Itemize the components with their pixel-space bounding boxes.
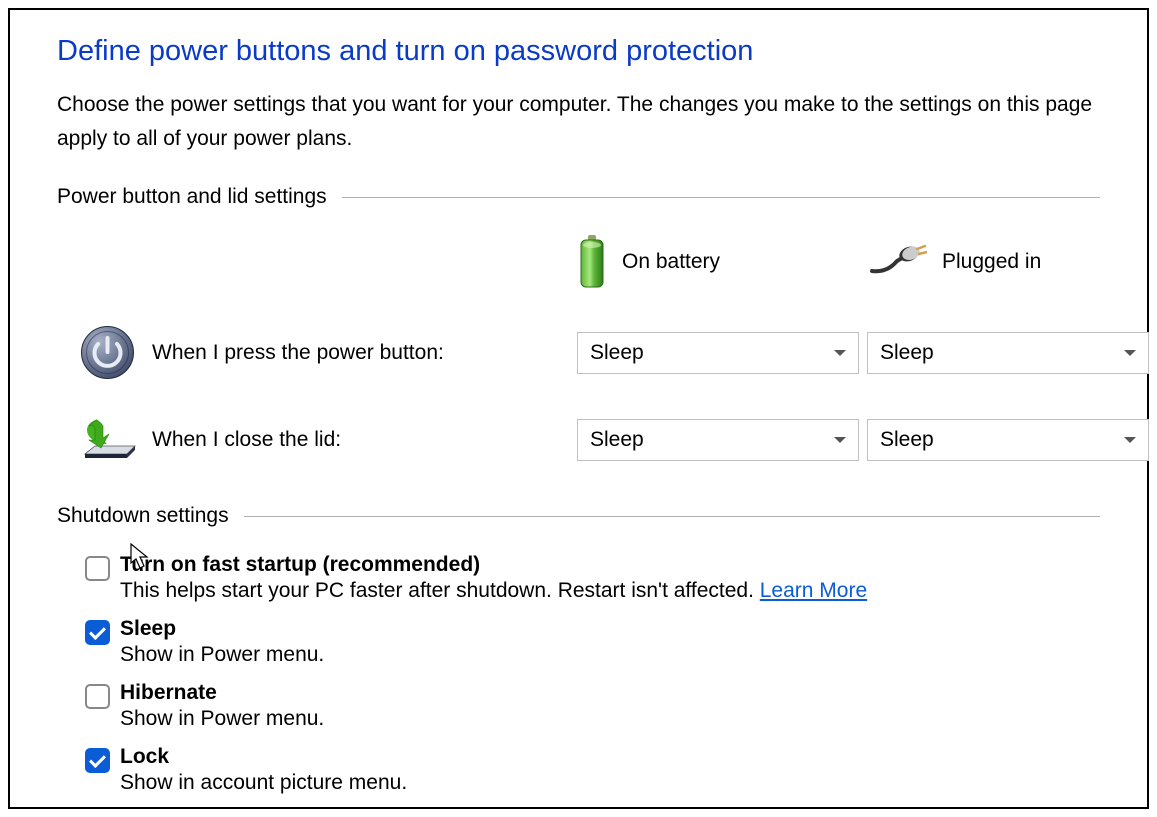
shutdown-label-hibernate: Hibernate <box>120 681 324 705</box>
shutdown-item-sleep: Sleep Show in Power menu. <box>85 617 1100 667</box>
power-options-panel: Define power buttons and turn on passwor… <box>8 8 1149 809</box>
battery-icon <box>577 234 607 289</box>
row-label-close-lid: When I close the lid: <box>152 428 341 452</box>
row-close-lid: When I close the lid: <box>77 416 577 464</box>
dropdown-power-button-plugged[interactable]: Sleep <box>867 332 1149 374</box>
dropdown-close-lid-battery[interactable]: Sleep <box>577 419 859 461</box>
chevron-down-icon <box>1124 437 1136 443</box>
section-header-power-button-lid: Power button and lid settings <box>57 185 1100 209</box>
shutdown-label-lock: Lock <box>120 745 407 769</box>
checkbox-lock[interactable] <box>85 748 110 773</box>
shutdown-item-hibernate: Hibernate Show in Power menu. <box>85 681 1100 731</box>
chevron-down-icon <box>834 350 846 356</box>
shutdown-settings-list: Turn on fast startup (recommended) This … <box>85 553 1100 795</box>
shutdown-desc-sleep: Show in Power menu. <box>120 643 324 667</box>
close-lid-icon <box>77 416 137 464</box>
dropdown-value: Sleep <box>590 341 644 365</box>
shutdown-desc-fast-startup: This helps start your PC faster after sh… <box>120 579 867 603</box>
section-header-shutdown: Shutdown settings <box>57 504 1100 528</box>
row-label-power-button: When I press the power button: <box>152 341 444 365</box>
dropdown-value: Sleep <box>880 428 934 452</box>
dropdown-value: Sleep <box>880 341 934 365</box>
page-title: Define power buttons and turn on passwor… <box>57 35 1100 68</box>
column-label-plugged: Plugged in <box>942 250 1041 274</box>
chevron-down-icon <box>834 437 846 443</box>
shutdown-desc-hibernate: Show in Power menu. <box>120 707 324 731</box>
page-description: Choose the power settings that you want … <box>57 88 1100 155</box>
row-power-button: When I press the power button: <box>77 325 577 380</box>
column-header-battery: On battery <box>577 234 867 289</box>
section-divider <box>244 516 1100 517</box>
shutdown-label-sleep: Sleep <box>120 617 324 641</box>
chevron-down-icon <box>1124 350 1136 356</box>
column-label-battery: On battery <box>622 250 720 274</box>
shutdown-item-fast-startup: Turn on fast startup (recommended) This … <box>85 553 1100 603</box>
checkbox-fast-startup[interactable] <box>85 556 110 581</box>
column-header-plugged: Plugged in <box>867 241 1157 283</box>
dropdown-close-lid-plugged[interactable]: Sleep <box>867 419 1149 461</box>
dropdown-value: Sleep <box>590 428 644 452</box>
shutdown-desc-lock: Show in account picture menu. <box>120 771 407 795</box>
shutdown-label-fast-startup: Turn on fast startup (recommended) <box>120 553 867 577</box>
checkbox-sleep[interactable] <box>85 620 110 645</box>
section-title-power-button-lid: Power button and lid settings <box>57 185 342 209</box>
shutdown-item-lock: Lock Show in account picture menu. <box>85 745 1100 795</box>
dropdown-power-button-battery[interactable]: Sleep <box>577 332 859 374</box>
checkbox-hibernate[interactable] <box>85 684 110 709</box>
section-title-shutdown: Shutdown settings <box>57 504 244 528</box>
power-button-icon <box>77 325 137 380</box>
plug-icon <box>867 241 927 283</box>
learn-more-link[interactable]: Learn More <box>760 579 867 602</box>
power-button-lid-grid: On battery Plugged in <box>77 234 1100 464</box>
section-divider <box>342 197 1100 198</box>
